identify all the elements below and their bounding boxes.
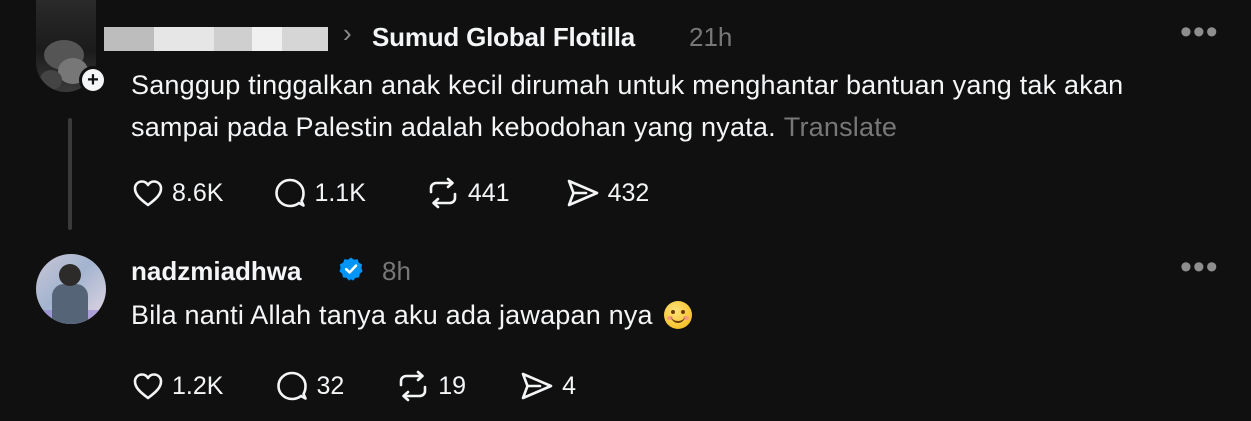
post2-actions: 1.2K 32 19 4 [132, 370, 576, 402]
reply-button[interactable]: 32 [276, 370, 344, 402]
plus-icon: + [82, 69, 104, 91]
chevron-right-icon: › [343, 18, 352, 48]
post1-body: Sanggup tinggalkan anak kecil dirumah un… [131, 70, 1124, 142]
more-options-icon[interactable]: ••• [1180, 250, 1219, 284]
like-count: 8.6K [172, 178, 224, 207]
redacted-author-name [282, 27, 328, 51]
more-options-icon[interactable]: ••• [1180, 15, 1219, 49]
follow-button[interactable]: + [79, 66, 107, 94]
reply-count: 32 [316, 371, 345, 400]
redacted-author-name [252, 27, 282, 51]
reply-target-name[interactable]: Sumud Global Flotilla [372, 22, 635, 53]
post2-username[interactable]: nadzmiadhwa [131, 256, 301, 287]
post1-timestamp[interactable]: 21h [689, 22, 732, 53]
like-count: 1.2K [172, 371, 224, 400]
post1-text: Sanggup tinggalkan anak kecil dirumah un… [131, 64, 1191, 148]
share-count: 432 [607, 178, 650, 207]
post1-actions: 8.6K 1.1K 441 432 [132, 177, 649, 209]
post2-body: Bila nanti Allah tanya aku ada jawapan n… [131, 300, 653, 330]
repost-button[interactable]: 19 [396, 370, 466, 402]
like-button[interactable]: 1.2K [132, 371, 223, 401]
speech-bubble-icon [277, 371, 308, 401]
thread-line [68, 118, 72, 230]
repost-arrows-icon [429, 177, 457, 209]
speech-bubble-icon [275, 178, 306, 208]
reply-count: 1.1K [314, 178, 366, 207]
repost-count: 441 [467, 178, 510, 207]
reply-button[interactable]: 1.1K [274, 177, 366, 209]
redacted-author-name [154, 27, 214, 51]
verified-badge-icon [339, 257, 363, 281]
post2-text: Bila nanti Allah tanya aku ada jawapan n… [131, 300, 693, 331]
translate-link[interactable]: Translate [784, 112, 897, 142]
repost-arrows-icon [399, 370, 427, 402]
repost-count: 19 [438, 371, 467, 400]
post2-timestamp[interactable]: 8h [382, 256, 411, 287]
share-button[interactable]: 4 [520, 371, 576, 401]
share-button[interactable]: 432 [566, 178, 650, 208]
like-button[interactable]: 8.6K [132, 178, 223, 208]
repost-button[interactable]: 441 [426, 177, 510, 209]
send-icon [567, 179, 598, 207]
share-count: 4 [562, 371, 576, 400]
smiling-face-emoji [664, 301, 693, 329]
post2-avatar[interactable] [36, 254, 106, 324]
redacted-author-name [214, 27, 252, 51]
redacted-author-name [104, 27, 154, 51]
heart-icon [133, 180, 163, 207]
heart-icon [133, 373, 163, 400]
send-icon [521, 372, 553, 400]
